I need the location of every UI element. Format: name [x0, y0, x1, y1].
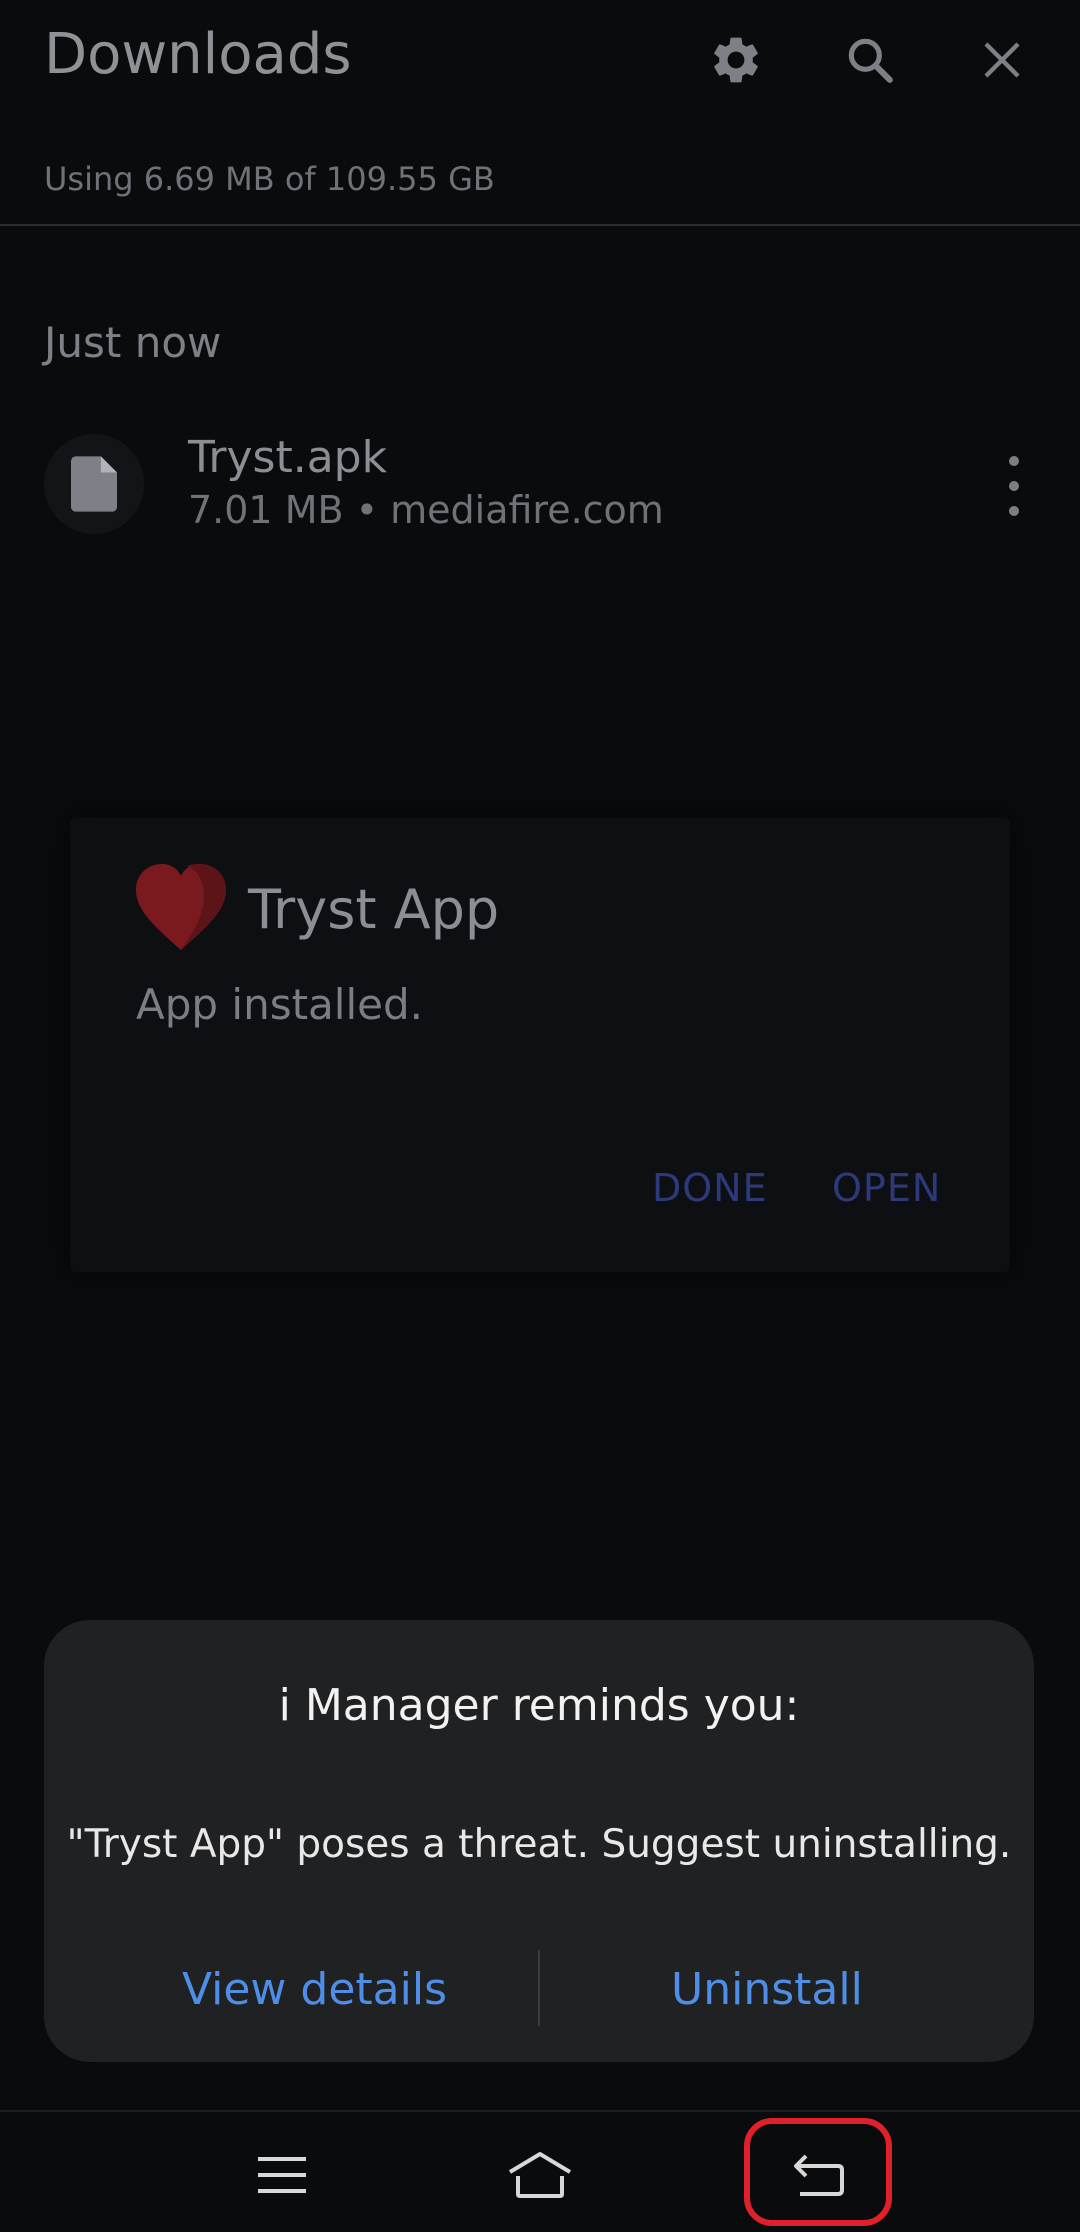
uninstall-button[interactable]: Uninstall — [671, 1964, 863, 2015]
back-button-highlight — [744, 2118, 892, 2226]
dialog-button-divider — [538, 1950, 540, 2026]
recents-icon[interactable] — [232, 2140, 332, 2210]
more-options-icon[interactable] — [990, 456, 1038, 516]
search-icon[interactable] — [838, 28, 902, 92]
close-icon[interactable] — [970, 28, 1034, 92]
open-button[interactable]: OPEN — [832, 1166, 941, 1210]
nav-bar-divider — [0, 2110, 1080, 2112]
section-header: Just now — [44, 318, 222, 367]
install-status: App installed. — [136, 980, 423, 1029]
download-item-name[interactable]: Tryst.apk — [188, 432, 387, 483]
page-title: Downloads — [44, 22, 352, 87]
settings-icon[interactable] — [704, 28, 768, 92]
dialog-message: "Tryst App" poses a threat. Suggest unin… — [66, 1822, 1012, 1867]
file-icon — [44, 434, 144, 534]
installed-app-name: Tryst App — [248, 878, 500, 941]
done-button[interactable]: DONE — [652, 1166, 768, 1210]
home-icon[interactable] — [490, 2140, 590, 2210]
download-item-meta: 7.01 MB • mediafire.com — [188, 488, 664, 532]
dialog-title: i Manager reminds you: — [278, 1680, 800, 1731]
heart-logo — [134, 862, 228, 952]
storage-usage: Using 6.69 MB of 109.55 GB — [44, 160, 495, 198]
view-details-button[interactable]: View details — [182, 1964, 447, 2015]
header-divider — [0, 224, 1080, 226]
